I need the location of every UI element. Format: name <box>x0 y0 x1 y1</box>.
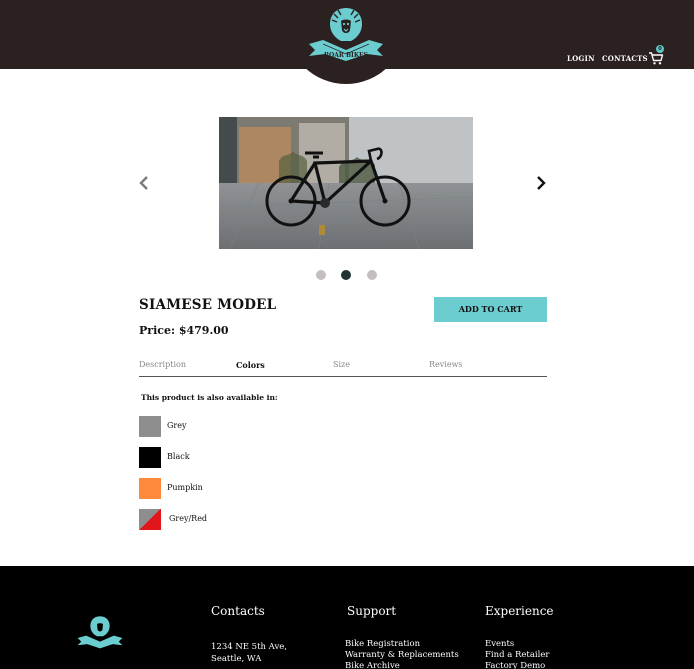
footer-address-line-1: 1234 NE 5th Ave, <box>211 642 288 652</box>
footer-address-line-2: Seattle, WA <box>211 654 262 664</box>
carousel-dot-3[interactable] <box>367 270 377 280</box>
color-swatch <box>139 478 161 499</box>
roar-bikes-logo[interactable]: ROAR BIKES <box>303 6 389 62</box>
add-to-cart-button[interactable]: ADD TO CART <box>434 297 547 322</box>
carousel-dot-2[interactable] <box>341 270 351 280</box>
product-title: SIAMESE MODEL <box>139 297 277 313</box>
chevron-right-icon[interactable] <box>534 175 548 191</box>
bike-photo <box>219 117 473 249</box>
footer-link-warranty[interactable]: Warranty & Replacements <box>345 650 459 660</box>
nav-contacts[interactable]: CONTACTS <box>602 54 648 63</box>
footer-link-find-retailer[interactable]: Find a Retailer <box>485 650 549 660</box>
footer-logo[interactable] <box>74 614 126 650</box>
tab-reviews[interactable]: Reviews <box>429 360 463 369</box>
footer-link-factory-demo[interactable]: Factory Demo <box>485 661 545 669</box>
carousel-dot-1[interactable] <box>316 270 326 280</box>
tab-description[interactable]: Description <box>139 360 186 369</box>
color-swatch <box>139 509 161 530</box>
footer-experience-title: Experience <box>485 604 554 618</box>
footer-link-bike-registration[interactable]: Bike Registration <box>345 639 420 649</box>
logo-text: ROAR BIKES <box>324 52 368 59</box>
color-label: Grey <box>167 421 187 430</box>
cart-count-badge: 0 <box>656 45 664 53</box>
color-label: Pumpkin <box>167 483 203 492</box>
color-label: Black <box>167 452 190 461</box>
footer-support-title: Support <box>347 604 397 618</box>
product-image <box>219 117 473 249</box>
color-swatch <box>139 447 161 468</box>
footer-contacts-title: Contacts <box>211 604 265 618</box>
footer-link-events[interactable]: Events <box>485 639 514 649</box>
tab-colors[interactable]: Colors <box>236 360 265 370</box>
footer-link-bike-archive[interactable]: Bike Archive <box>345 661 400 669</box>
chevron-left-icon[interactable] <box>137 175 151 191</box>
nav-login[interactable]: LOGIN <box>567 54 595 63</box>
product-tabs: Description Colors Size Reviews <box>139 355 547 377</box>
color-options-heading: This product is also available in: <box>141 393 278 402</box>
color-swatch <box>139 416 161 437</box>
tab-size[interactable]: Size <box>333 360 350 369</box>
color-label: Grey/Red <box>169 514 208 523</box>
product-price: Price: $479.00 <box>139 324 229 337</box>
